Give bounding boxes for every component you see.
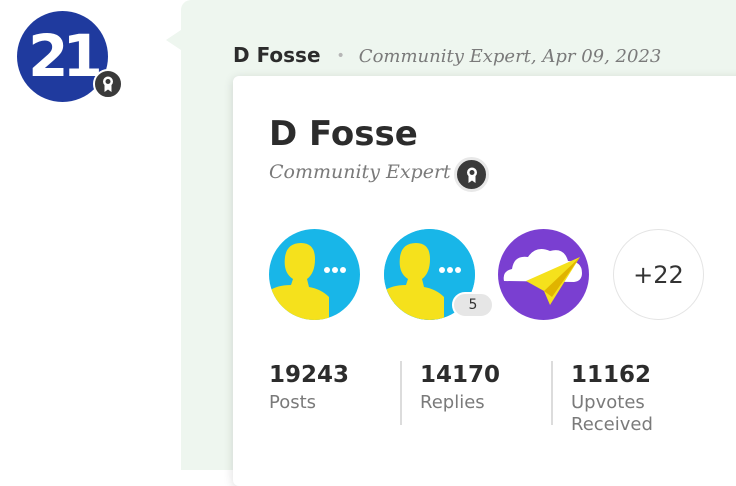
stat-divider: [400, 361, 402, 425]
person-chat-badge-icon[interactable]: [269, 229, 360, 320]
stat-label: Replies: [420, 392, 485, 413]
author-name-link[interactable]: D Fosse: [233, 43, 321, 67]
stat-value: 14170: [420, 362, 501, 388]
rank-badge-icon: [454, 157, 489, 192]
panel-pointer: [166, 30, 181, 50]
stat-posts: 19243 Posts: [269, 362, 389, 414]
more-badges-button[interactable]: +22: [613, 229, 704, 320]
post-header: D Fosse • Community Expert, Apr 09, 2023: [233, 43, 661, 67]
post-meta: Community Expert, Apr 09, 2023: [358, 46, 662, 67]
stat-upvotes: 11162 Upvotes Received: [571, 362, 691, 436]
stat-value: 11162: [571, 362, 652, 388]
user-avatar[interactable]: 21: [17, 11, 123, 102]
profile-name[interactable]: D Fosse: [269, 114, 418, 154]
paper-plane-cloud-badge-icon[interactable]: [498, 229, 589, 320]
profile-rank: Community Expert: [269, 161, 451, 183]
stat-label: Posts: [269, 392, 317, 413]
separator-dot: •: [336, 48, 345, 64]
stat-divider: [551, 361, 553, 425]
badge-count: 5: [452, 292, 494, 318]
stat-label: Upvotes Received: [571, 392, 653, 435]
expert-badge-icon: [93, 69, 123, 99]
profile-hover-card: D Fosse Community Expert 5 +22 19243 Pos…: [233, 76, 736, 486]
stat-value: 19243: [269, 362, 350, 388]
stat-replies: 14170 Replies: [420, 362, 540, 414]
person-chat-badge-icon[interactable]: 5: [384, 229, 494, 320]
